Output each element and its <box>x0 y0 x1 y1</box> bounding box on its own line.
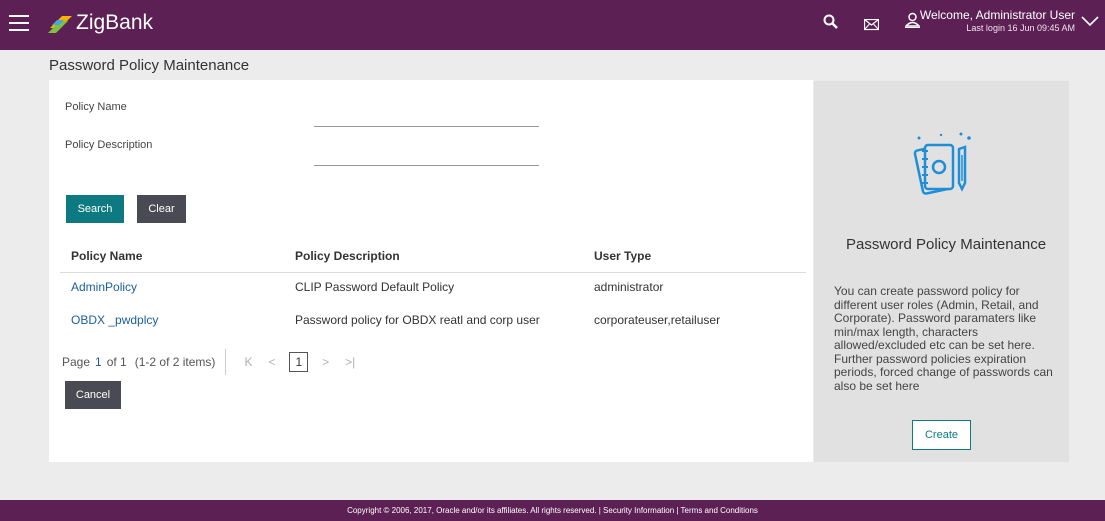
page-title: Password Policy Maintenance <box>49 57 250 74</box>
page-number-input[interactable]: 1 <box>95 355 102 369</box>
column-header-policy-name: Policy Name <box>71 249 143 263</box>
previous-page-icon[interactable]: < <box>268 355 275 369</box>
footer: Copyright © 2006, 2017, Oracle and/or it… <box>0 500 1105 521</box>
pager-divider <box>225 349 227 375</box>
table-header-divider <box>60 272 806 273</box>
search-icon[interactable] <box>823 14 839 32</box>
policy-name-link[interactable]: AdminPolicy <box>71 280 137 294</box>
user-type-cell: corporateuser,retailuser <box>594 313 721 327</box>
clear-button[interactable]: Clear <box>137 195 186 223</box>
column-header-user-type: User Type <box>594 249 652 263</box>
policy-name-input[interactable] <box>314 126 539 127</box>
cancel-button[interactable]: Cancel <box>65 381 121 409</box>
chevron-down-icon[interactable] <box>1081 16 1099 27</box>
policy-name-label: Policy Name <box>65 101 127 113</box>
pagination: Page 1 of 1 (1-2 of 2 items) K < 1 > >| <box>62 349 363 375</box>
column-header-policy-description: Policy Description <box>295 249 400 263</box>
search-button[interactable]: Search <box>66 195 124 223</box>
page-count: of 1 <box>106 355 127 369</box>
help-panel-description: You can create password policy for diffe… <box>834 284 1053 393</box>
menu-icon[interactable] <box>9 15 29 31</box>
top-bar: ZigBank Welcome, Administrator User Last… <box>0 0 1105 50</box>
page-label: Page <box>62 355 91 369</box>
last-page-icon[interactable]: >| <box>345 355 355 369</box>
policy-description-cell: Password policy for OBDX reatl and corp … <box>295 313 540 327</box>
user-icon[interactable] <box>905 12 920 28</box>
policy-description-label: Policy Description <box>65 139 153 151</box>
welcome-block[interactable]: Welcome, Administrator User Last login 1… <box>920 8 1075 33</box>
zigbank-logo-icon <box>48 16 72 33</box>
create-button[interactable]: Create <box>912 420 971 450</box>
user-type-cell: administrator <box>594 280 664 294</box>
last-login-text: Last login 16 Jun 09:45 AM <box>966 23 1075 33</box>
search-card: Policy Name Policy Description Search Cl… <box>49 80 813 462</box>
welcome-text: Welcome, Administrator User <box>919 8 1075 22</box>
brand-name: ZigBank <box>76 11 154 34</box>
mail-icon[interactable] <box>864 19 879 31</box>
help-panel-title: Password Policy Maintenance <box>846 236 1047 253</box>
next-page-icon[interactable]: > <box>322 355 329 369</box>
help-panel: Password Policy Maintenance You can crea… <box>814 81 1069 462</box>
first-page-icon[interactable]: K <box>244 355 252 369</box>
policy-description-input[interactable] <box>314 165 539 166</box>
policy-name-link[interactable]: OBDX _pwdplcy <box>71 313 158 327</box>
policy-description-cell: CLIP Password Default Policy <box>295 280 455 294</box>
item-count: (1-2 of 2 items) <box>134 355 216 369</box>
document-pen-icon <box>913 132 971 195</box>
current-page-button[interactable]: 1 <box>289 352 309 372</box>
